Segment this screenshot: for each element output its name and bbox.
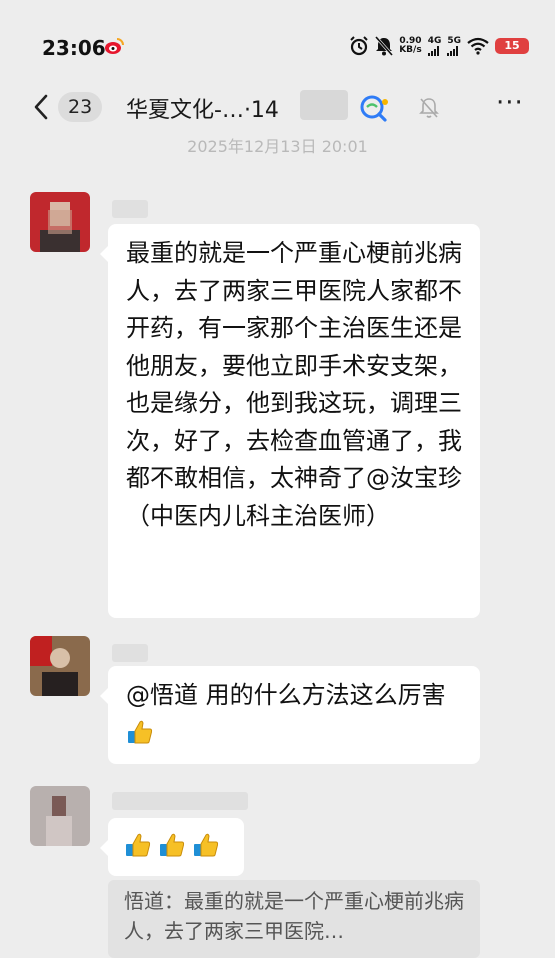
wifi-icon	[467, 37, 489, 55]
back-button[interactable]: 23	[32, 90, 112, 124]
signal-4g-label: 4G	[427, 36, 442, 46]
speed-unit: KB/s	[399, 45, 422, 55]
thumbs-up-emoji-icon	[126, 833, 151, 857]
message-text: 最重的就是一个严重心梗前兆病人，去了两家三甲医院人家都不开药，有一家那个主治医生…	[126, 239, 462, 530]
avatar[interactable]	[30, 786, 90, 846]
weibo-icon	[105, 38, 124, 54]
signal-bars-icon	[427, 46, 439, 56]
ai-search-icon[interactable]	[358, 94, 392, 122]
thumbs-up-emoji-icon	[128, 720, 153, 743]
message-bubble[interactable]: @悟道 用的什么方法这么厉害	[100, 666, 480, 764]
status-bar: 23:06 0.90 KB/s 4G 5G 15	[0, 0, 555, 72]
thumbs-up-emoji-icon	[160, 833, 185, 857]
chevron-left-icon	[34, 94, 48, 120]
sender-name: 信	[112, 200, 148, 218]
sender-name: 雯	[112, 644, 148, 662]
clock: 23:06	[42, 36, 106, 60]
message-bubble[interactable]: 最重的就是一个严重心梗前兆病人，去了两家三甲医院人家都不开药，有一家那个主治医生…	[100, 224, 480, 618]
chat-header: 23 华夏文化-…·14 ···	[0, 72, 555, 142]
thumbs-up-emoji-icon	[194, 833, 219, 857]
message-bubble[interactable]	[100, 818, 244, 876]
quoted-text: 悟道：最重的就是一个严重心梗前兆病人，去了两家三甲医院…	[124, 889, 464, 943]
message-text: @悟道 用的什么方法这么厉害	[126, 681, 446, 709]
signal-5g: 5G	[447, 36, 461, 56]
more-options-button[interactable]: ···	[496, 90, 524, 116]
chat-title[interactable]: 华夏文化-…·14	[126, 92, 279, 124]
battery-level: 15	[504, 39, 520, 52]
mute-bell-icon[interactable]	[418, 96, 440, 120]
avatar[interactable]	[30, 192, 90, 252]
notifications-off-icon	[375, 36, 394, 56]
redacted-area	[300, 90, 348, 120]
sender-name	[112, 792, 248, 810]
signal-bars-icon	[447, 46, 459, 56]
alarm-icon	[350, 36, 368, 56]
quoted-message[interactable]: 悟道：最重的就是一个严重心梗前兆病人，去了两家三甲医院…	[108, 880, 480, 958]
signal-5g-label: 5G	[447, 36, 461, 46]
status-icons: 0.90 KB/s 4G 5G 15	[349, 34, 529, 58]
unread-count-badge: 23	[58, 92, 103, 122]
avatar[interactable]	[30, 636, 90, 696]
signal-4g: 4G	[427, 36, 442, 56]
network-speed: 0.90 KB/s	[399, 37, 421, 55]
message-timestamp: 2025年12月13日 20:01	[187, 137, 368, 156]
battery-indicator: 15	[495, 38, 529, 54]
